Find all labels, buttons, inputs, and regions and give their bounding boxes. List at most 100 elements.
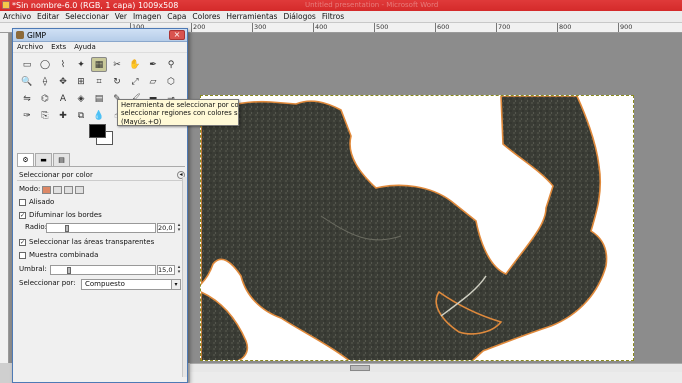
close-button[interactable]: × bbox=[169, 30, 185, 40]
menu-seleccionar[interactable]: Seleccionar bbox=[65, 11, 108, 23]
threshold-label: Umbral: bbox=[19, 265, 47, 273]
threshold-slider-knob[interactable] bbox=[67, 267, 71, 274]
mode-replace-button[interactable] bbox=[42, 185, 52, 194]
select-by-dropdown[interactable]: Compuesto ▾ bbox=[81, 279, 181, 290]
vertical-ruler[interactable] bbox=[0, 33, 9, 363]
menu-editar[interactable]: Editar bbox=[37, 11, 59, 23]
scale-icon[interactable]: ⤢ bbox=[127, 74, 143, 89]
feather-row: ✓ Difuminar los bordes bbox=[19, 210, 102, 221]
perspective-clone-icon[interactable]: ⧉ bbox=[73, 108, 89, 123]
ruler-tick bbox=[313, 23, 314, 32]
feather-checkbox[interactable]: ✓ bbox=[19, 212, 26, 219]
radius-slider-knob[interactable] bbox=[65, 225, 69, 232]
ruler-tick bbox=[252, 23, 253, 32]
toolbox-menu-archivo[interactable]: Archivo bbox=[17, 43, 43, 51]
antialias-checkbox[interactable] bbox=[19, 199, 26, 206]
toolbox-menu-exts[interactable]: Exts bbox=[51, 43, 66, 51]
dock-tabs: ⚙ ▬ ▤ bbox=[17, 153, 185, 167]
threshold-value[interactable]: 15,0 bbox=[157, 265, 175, 275]
radius-value[interactable]: 20,0 bbox=[157, 223, 175, 233]
ruler-tick bbox=[618, 23, 619, 32]
feather-label: Difuminar los bordes bbox=[29, 211, 102, 219]
text-icon[interactable]: A bbox=[55, 91, 71, 106]
radius-label: Radio: bbox=[25, 223, 48, 231]
align-icon[interactable]: ⊞ bbox=[73, 74, 89, 89]
mode-label: Modo: bbox=[19, 185, 41, 193]
zoom-icon[interactable]: 🔍 bbox=[19, 74, 35, 89]
scissors-select-icon[interactable]: ✂ bbox=[109, 57, 125, 72]
scrollbar-thumb[interactable] bbox=[350, 365, 370, 371]
menu-dialogos[interactable]: Diálogos bbox=[283, 11, 315, 23]
ruler-tick bbox=[191, 23, 192, 32]
menu-imagen[interactable]: Imagen bbox=[133, 11, 161, 23]
radius-slider[interactable] bbox=[46, 223, 156, 233]
ruler-tick-label: 500 bbox=[376, 23, 389, 31]
gimp-screen: *Sin nombre-6.0 (RGB, 1 capa) 1009x508 U… bbox=[0, 0, 682, 383]
bucket-fill-icon[interactable]: ◈ bbox=[73, 91, 89, 106]
tooltip: Herramienta de seleccionar por color: se… bbox=[117, 99, 239, 126]
menu-filtros[interactable]: Filtros bbox=[322, 11, 344, 23]
rect-select-icon[interactable]: ▭ bbox=[19, 57, 35, 72]
color-picker-icon[interactable]: ⚲ bbox=[163, 57, 179, 72]
flip-icon[interactable]: ⇋ bbox=[19, 91, 35, 106]
threshold-slider[interactable] bbox=[50, 265, 156, 275]
horizontal-scrollbar[interactable] bbox=[190, 363, 682, 372]
antialias-row: Alisado bbox=[19, 197, 54, 208]
menu-archivo[interactable]: Archivo bbox=[3, 11, 31, 23]
ruler-tick bbox=[374, 23, 375, 32]
ruler-tick-label: 900 bbox=[620, 23, 633, 31]
fuzzy-select-icon[interactable]: ✦ bbox=[73, 57, 89, 72]
select-by-value: Compuesto bbox=[85, 280, 125, 288]
menu-ver[interactable]: Ver bbox=[115, 11, 127, 23]
select-transparent-checkbox[interactable]: ✓ bbox=[19, 239, 26, 246]
toolbox-title-bar[interactable]: GIMP × bbox=[13, 29, 187, 42]
tooltip-line-3: (Mayús.+O) bbox=[121, 117, 162, 126]
select-transparent-label: Seleccionar las áreas transparentes bbox=[29, 238, 155, 246]
gimp-logo-icon bbox=[16, 31, 24, 39]
ink-icon[interactable]: ✑ bbox=[19, 108, 35, 123]
rotate-icon[interactable]: ↻ bbox=[109, 74, 125, 89]
heal-icon[interactable]: ✚ bbox=[55, 108, 71, 123]
main-menubar: Archivo Editar Seleccionar Ver Imagen Ca… bbox=[0, 11, 682, 23]
ruler-tick bbox=[557, 23, 558, 32]
toolbox-menu-ayuda[interactable]: Ayuda bbox=[74, 43, 96, 51]
blur-icon[interactable]: 💧 bbox=[91, 108, 107, 123]
terrain-shape bbox=[201, 96, 608, 360]
toolbox-scrollbar[interactable] bbox=[182, 177, 187, 377]
menu-colores[interactable]: Colores bbox=[192, 11, 220, 23]
foreground-select-icon[interactable]: ✋ bbox=[127, 57, 143, 72]
tooltip-line-2: seleccionar regiones con colores similar… bbox=[121, 109, 239, 118]
move-icon[interactable]: ✥ bbox=[55, 74, 71, 89]
tab-undo-history[interactable]: ▤ bbox=[53, 153, 70, 166]
shear-icon[interactable]: ▱ bbox=[145, 74, 161, 89]
sample-merged-checkbox[interactable] bbox=[19, 252, 26, 259]
menu-capa[interactable]: Capa bbox=[167, 11, 186, 23]
perspective-icon[interactable]: ⬡ bbox=[163, 74, 179, 89]
blend-icon[interactable]: ▤ bbox=[91, 91, 107, 106]
paths-icon[interactable]: ✒ bbox=[145, 57, 161, 72]
foreground-color-swatch[interactable] bbox=[89, 124, 106, 138]
tool-options-panel: Seleccionar por color ◂ Modo: Alisado ✓ … bbox=[17, 169, 185, 290]
image-canvas[interactable] bbox=[200, 95, 634, 361]
clone-icon[interactable]: ⎘ bbox=[37, 108, 53, 123]
mode-add-button[interactable] bbox=[53, 185, 63, 194]
crop-icon[interactable]: ⌗ bbox=[91, 74, 107, 89]
menu-herramientas[interactable]: Herramientas bbox=[226, 11, 277, 23]
window-title-bar: *Sin nombre-6.0 (RGB, 1 capa) 1009x508 U… bbox=[0, 0, 682, 11]
mode-intersect-button[interactable] bbox=[75, 185, 85, 194]
tool-options-header: Seleccionar por color ◂ bbox=[17, 169, 185, 181]
mode-subtract-button[interactable] bbox=[64, 185, 74, 194]
measure-icon[interactable]: ⟠ bbox=[37, 74, 53, 89]
select-by-color-icon[interactable]: ▦ bbox=[91, 57, 107, 72]
ellipse-select-icon[interactable]: ◯ bbox=[37, 57, 53, 72]
threshold-row: Umbral: bbox=[19, 264, 47, 275]
select-by-row: Seleccionar por: bbox=[19, 278, 76, 289]
select-by-label: Seleccionar por: bbox=[19, 279, 76, 287]
free-select-icon[interactable]: ⌇ bbox=[55, 57, 71, 72]
ruler-tick-label: 600 bbox=[437, 23, 450, 31]
tab-tool-options[interactable]: ⚙ bbox=[17, 153, 34, 166]
cage-icon[interactable]: ⌬ bbox=[37, 91, 53, 106]
chevron-down-icon[interactable]: ▾ bbox=[171, 280, 180, 289]
tab-device-status[interactable]: ▬ bbox=[35, 153, 52, 166]
tooltip-line-1: Herramienta de seleccionar por color: bbox=[121, 101, 239, 109]
